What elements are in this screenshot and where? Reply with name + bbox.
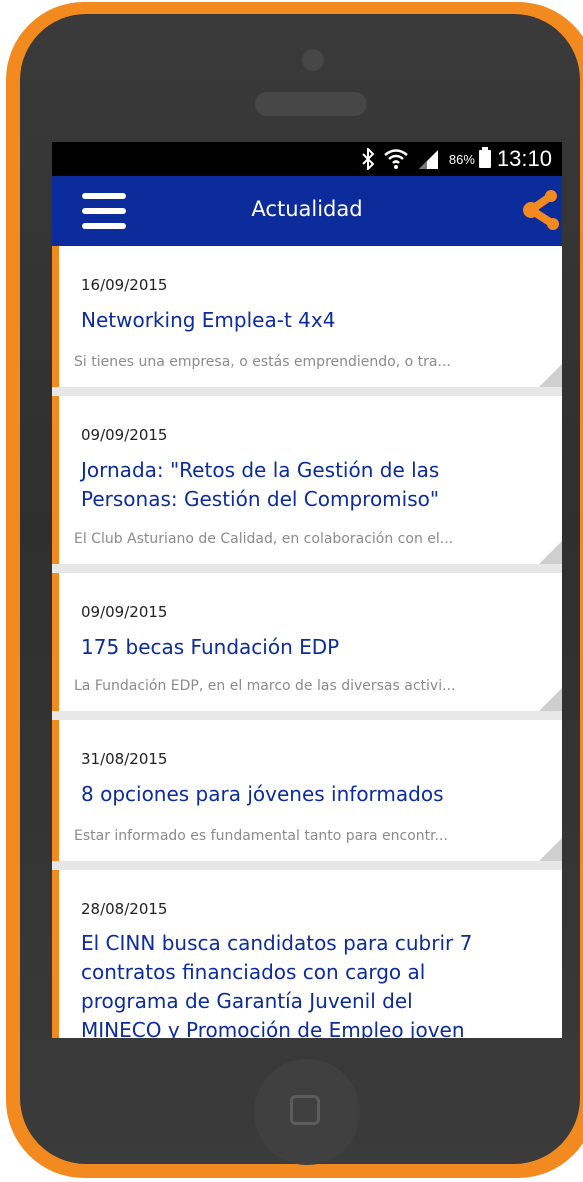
news-excerpt: Si tienes una empresa, o estás emprendie…: [74, 354, 451, 370]
news-excerpt: La Fundación EDP, en el marco de las div…: [74, 678, 456, 694]
news-card[interactable]: 31/08/2015 8 opciones para jóvenes infor…: [52, 720, 562, 861]
earpiece-speaker: [255, 92, 367, 116]
news-date: 16/09/2015: [81, 276, 168, 294]
phone-screen: 86% 13:10 Actualidad 16/09/2015 Networki…: [52, 142, 562, 1038]
news-title[interactable]: Jornada: "Retos de la Gestión de las Per…: [81, 456, 511, 514]
news-card[interactable]: 28/08/2015 El CINN busca candidatos para…: [52, 870, 562, 1038]
wifi-icon: [383, 148, 409, 170]
status-bar: 86% 13:10: [52, 142, 562, 176]
news-title[interactable]: 8 opciones para jóvenes informados: [81, 780, 511, 809]
news-excerpt: El Club Asturiano de Calidad, en colabor…: [74, 531, 454, 547]
card-corner-icon: [539, 541, 562, 564]
front-camera: [302, 49, 324, 71]
card-corner-icon: [539, 364, 562, 387]
battery-percentage: 86%: [448, 151, 475, 167]
news-date: 09/09/2015: [81, 603, 168, 621]
news-title[interactable]: El CINN busca candidatos para cubrir 7 c…: [81, 929, 491, 1038]
battery-icon: [478, 147, 491, 168]
news-title[interactable]: 175 becas Fundación EDP: [81, 633, 511, 662]
news-card[interactable]: 16/09/2015 Networking Emplea-t 4x4 Si ti…: [52, 246, 562, 387]
home-button-icon: [290, 1095, 320, 1125]
news-excerpt: Estar informado es fundamental tanto par…: [74, 828, 448, 844]
news-date: 28/08/2015: [81, 900, 168, 918]
page-title: Actualidad: [251, 197, 363, 221]
bluetooth-icon: [361, 148, 375, 170]
app-header: Actualidad: [52, 176, 562, 246]
news-list: 16/09/2015 Networking Emplea-t 4x4 Si ti…: [52, 246, 562, 1038]
news-card[interactable]: 09/09/2015 175 becas Fundación EDP La Fu…: [52, 573, 562, 711]
news-date: 31/08/2015: [81, 750, 168, 768]
signal-icon: [417, 148, 441, 170]
news-card[interactable]: 09/09/2015 Jornada: "Retos de la Gestión…: [52, 396, 562, 564]
card-corner-icon: [539, 688, 562, 711]
share-icon[interactable]: [520, 189, 562, 233]
news-title[interactable]: Networking Emplea-t 4x4: [81, 306, 511, 335]
news-date: 09/09/2015: [81, 426, 168, 444]
clock-time: 13:10: [496, 146, 552, 171]
home-button[interactable]: [254, 1059, 360, 1165]
card-corner-icon: [539, 838, 562, 861]
